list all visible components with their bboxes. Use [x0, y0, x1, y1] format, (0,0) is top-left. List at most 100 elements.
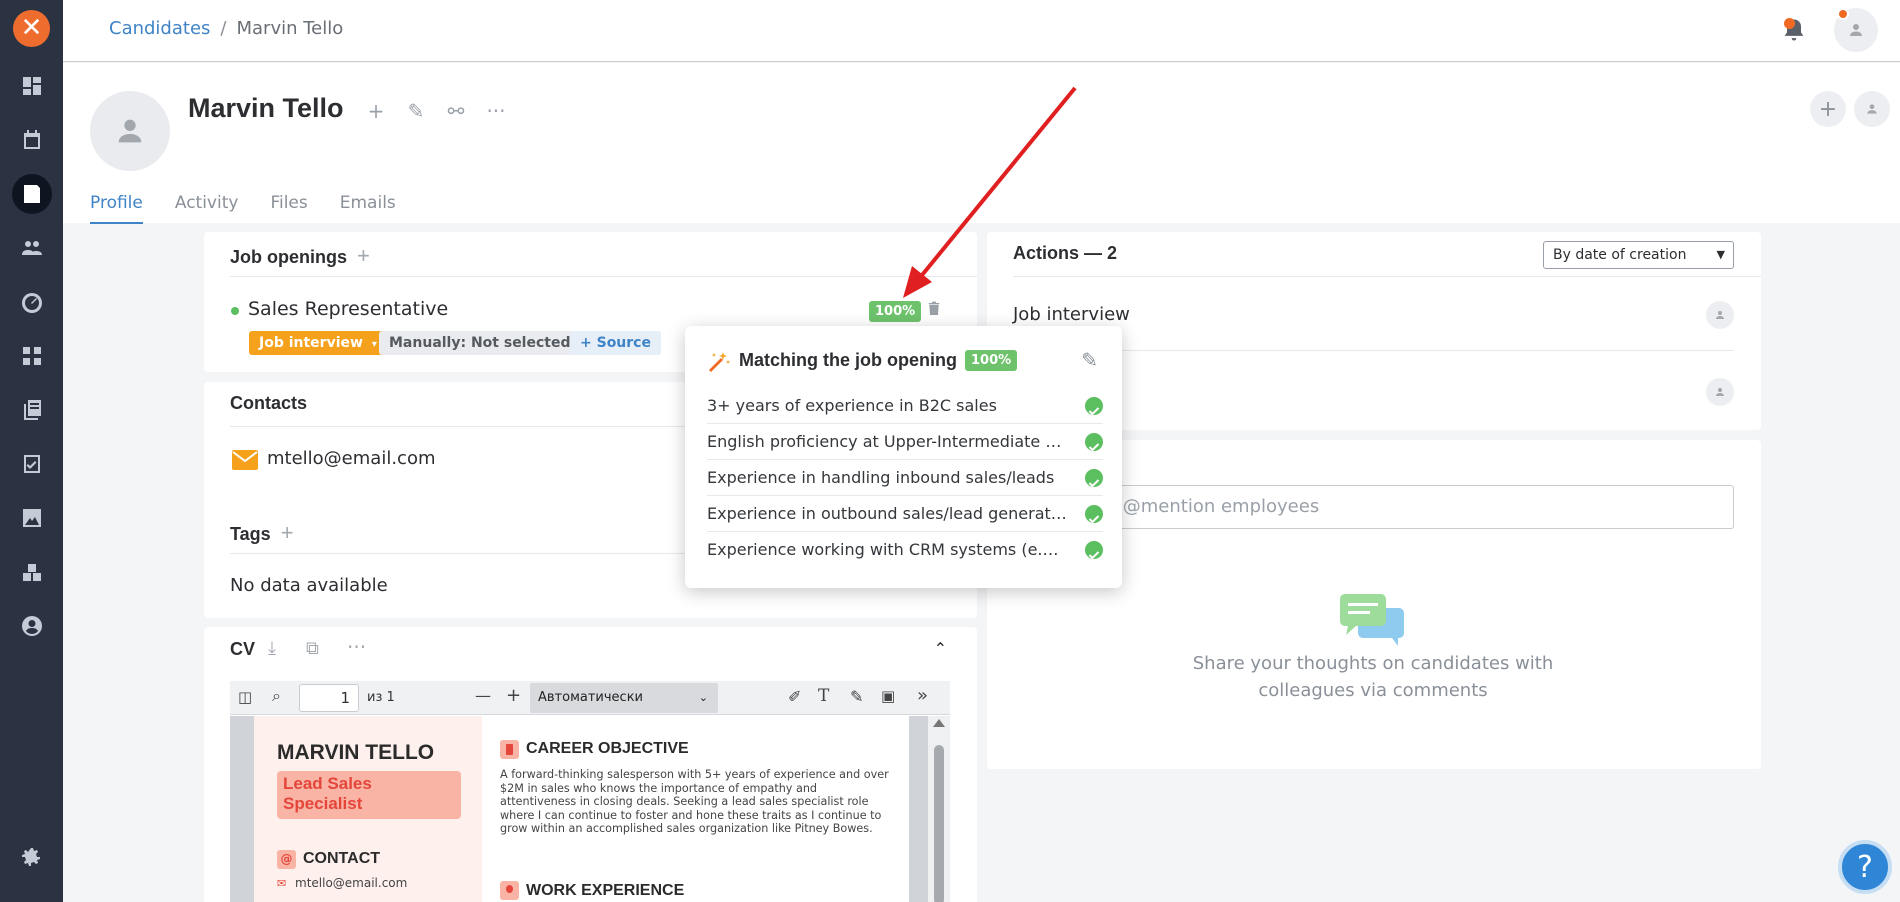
- zoom-select[interactable]: Автоматически ⌄: [530, 683, 718, 713]
- check-icon: [1085, 469, 1103, 488]
- app-logo-icon[interactable]: ✕: [13, 10, 50, 47]
- manual-status-label: Manually: Not selected: [389, 335, 571, 351]
- criterion-text: Experience working with CRM systems (e.g…: [707, 540, 1067, 559]
- pdf-scrollbar[interactable]: [928, 716, 950, 902]
- tab-profile[interactable]: Profile: [90, 193, 143, 224]
- action-assignee-avatar-2[interactable]: [1706, 378, 1734, 406]
- left-nav: ✕: [0, 0, 63, 902]
- job-status-dot: [231, 307, 239, 315]
- text-tool-icon[interactable]: T: [818, 686, 829, 706]
- tab-files[interactable]: Files: [270, 193, 307, 224]
- highlight-icon[interactable]: ✐: [788, 687, 801, 706]
- pdf-toolbar: ◫ ⌕ 1 из 1 — + Автоматически ⌄ ✐ T ✎ ▣ »: [230, 681, 950, 715]
- team-icon[interactable]: [12, 228, 52, 268]
- matching-popup: Matching the job opening 100% ✎ 3+ years…: [685, 326, 1122, 588]
- notifications-bell-icon[interactable]: [1780, 16, 1808, 44]
- more-icon[interactable]: ···: [486, 99, 506, 123]
- link-icon[interactable]: ⚯: [446, 99, 466, 123]
- email-icon: [232, 450, 258, 470]
- action-item[interactable]: Job interview: [1013, 304, 1130, 325]
- add-tag-icon[interactable]: +: [281, 520, 294, 545]
- check-icon: [1085, 505, 1103, 524]
- matching-title: Matching the job opening: [739, 350, 957, 370]
- library-icon[interactable]: [12, 390, 52, 430]
- cv-more-icon[interactable]: ···: [347, 635, 366, 659]
- image-tool-icon[interactable]: ▣: [881, 687, 895, 705]
- draw-icon[interactable]: ✎: [850, 687, 863, 706]
- stage-dropdown[interactable]: Job interview ▾: [249, 331, 387, 355]
- calendar-icon[interactable]: [12, 120, 52, 160]
- add-circle-button[interactable]: +: [1810, 91, 1846, 127]
- sidebar-toggle-icon[interactable]: ◫: [238, 688, 252, 706]
- source-label: Source: [596, 335, 651, 351]
- resume-role-line1: Lead Sales: [283, 774, 372, 793]
- edit-pencil-icon[interactable]: ✎: [406, 99, 426, 123]
- matching-badge: 100%: [965, 350, 1018, 371]
- resume-page: MARVIN TELLO Lead Sales Specialist @ CON…: [254, 716, 909, 902]
- candidate-avatar: [90, 91, 170, 171]
- candidates-icon[interactable]: [12, 174, 52, 214]
- comments-empty-line2: colleagues via comments: [1258, 680, 1488, 701]
- pipeline-icon[interactable]: [12, 336, 52, 376]
- page-count: из 1: [367, 690, 395, 705]
- criterion-text: Experience in handling inbound sales/lea…: [707, 468, 1055, 487]
- contacts-title: Contacts: [230, 393, 308, 413]
- tab-emails[interactable]: Emails: [340, 193, 396, 224]
- download-icon[interactable]: ⤓: [268, 638, 276, 659]
- collapse-chevron-icon[interactable]: ⌃: [934, 639, 947, 658]
- add-job-icon[interactable]: +: [357, 243, 370, 268]
- more-tools-icon[interactable]: »: [917, 685, 928, 706]
- scroll-thumb[interactable]: [934, 745, 944, 902]
- check-icon: [1085, 433, 1103, 452]
- speedometer-icon[interactable]: [12, 282, 52, 322]
- breadcrumb: Candidates / Marvin Tello: [109, 18, 343, 39]
- resume-objective-text: A forward-thinking salesperson with 5+ y…: [500, 768, 889, 835]
- zoom-in-icon[interactable]: +: [506, 685, 521, 706]
- criterion-text: Experience in outbound sales/lead genera…: [707, 504, 1067, 523]
- account-icon[interactable]: [12, 606, 52, 646]
- action-assignee-avatar[interactable]: [1706, 301, 1734, 329]
- page-number-input[interactable]: 1: [299, 684, 359, 712]
- sort-select[interactable]: By date of creation ▼: [1543, 241, 1734, 269]
- breadcrumb-separator: /: [220, 18, 227, 39]
- job-name[interactable]: Sales Representative: [248, 298, 448, 320]
- contact-at-icon: @: [277, 850, 296, 869]
- tab-activity[interactable]: Activity: [175, 193, 239, 224]
- notification-dot: [1784, 18, 1795, 29]
- source-button[interactable]: + Source: [570, 331, 661, 355]
- breadcrumb-candidates-link[interactable]: Candidates: [109, 18, 210, 39]
- trash-icon[interactable]: [926, 300, 942, 318]
- help-button[interactable]: ?: [1838, 840, 1892, 894]
- comments-empty-line1: Share your thoughts on candidates with: [1192, 653, 1554, 674]
- caret-down-icon: ▾: [371, 339, 377, 350]
- comments-chat-icon: [1340, 594, 1406, 646]
- tasks-icon[interactable]: [12, 444, 52, 484]
- zoom-value: Автоматически: [538, 690, 644, 705]
- add-icon[interactable]: +: [366, 99, 386, 123]
- edit-criteria-icon[interactable]: ✎: [1081, 348, 1098, 372]
- candidate-name: Marvin Tello: [188, 93, 344, 123]
- work-icon: [500, 881, 519, 900]
- scroll-up-icon[interactable]: [933, 719, 945, 727]
- criterion-item: 3+ years of experience in B2C sales: [707, 388, 1103, 424]
- open-external-icon[interactable]: ⧉: [306, 638, 319, 659]
- settings-gear-icon[interactable]: [12, 838, 52, 878]
- actions-title: Actions — 2: [1013, 243, 1118, 263]
- dashboard-icon[interactable]: [12, 66, 52, 106]
- cv-card: CV ⤓ ⧉ ··· ⌃ ◫ ⌕ 1 из 1 — + Автоматическ…: [204, 627, 977, 902]
- user-avatar[interactable]: [1834, 8, 1878, 52]
- sort-value: By date of creation: [1553, 247, 1687, 263]
- breadcrumb-current: Marvin Tello: [236, 18, 344, 39]
- match-badge[interactable]: 100%: [869, 301, 922, 322]
- assign-user-button[interactable]: [1854, 91, 1890, 127]
- criterion-item: Experience in outbound sales/lead genera…: [707, 496, 1103, 532]
- job-openings-title: Job openings: [230, 247, 347, 267]
- integrations-icon[interactable]: [12, 552, 52, 592]
- resume-work-header: WORK EXPERIENCE: [526, 882, 685, 899]
- contact-email[interactable]: mtello@email.com: [267, 448, 436, 469]
- zoom-out-icon[interactable]: —: [475, 686, 491, 705]
- top-bar: Candidates / Marvin Tello: [63, 0, 1900, 62]
- search-icon[interactable]: ⌕: [272, 686, 281, 706]
- analytics-icon[interactable]: [12, 498, 52, 538]
- tags-empty: No data available: [230, 575, 388, 596]
